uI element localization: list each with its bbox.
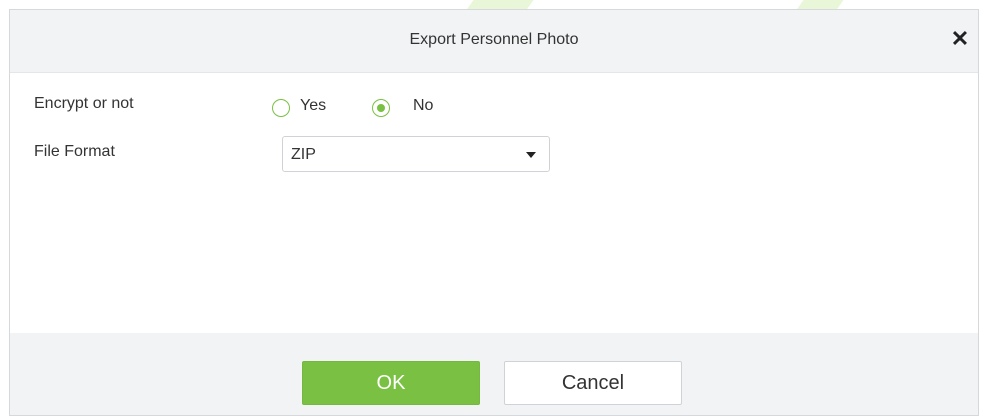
close-icon[interactable]: ✕ — [948, 27, 972, 51]
screen: Export Personnel Photo ✕ Encrypt or not … — [0, 0, 981, 418]
export-personnel-photo-dialog: Export Personnel Photo ✕ Encrypt or not … — [9, 9, 979, 416]
encrypt-no-radio[interactable] — [372, 99, 390, 117]
ok-button[interactable]: OK — [302, 361, 480, 405]
encrypt-label: Encrypt or not — [34, 95, 134, 112]
radio-selected-dot — [377, 104, 385, 112]
encrypt-yes-label[interactable]: Yes — [300, 97, 326, 115]
chevron-down-icon — [526, 152, 536, 158]
file-format-label: File Format — [34, 143, 115, 160]
dialog-body: Encrypt or not Yes No File Format — [10, 73, 978, 333]
file-format-value: ZIP — [291, 146, 316, 163]
dialog-title: Export Personnel Photo — [409, 31, 579, 48]
dialog-header: Export Personnel Photo ✕ — [10, 10, 978, 73]
encrypt-no-label[interactable]: No — [413, 97, 433, 115]
cancel-button[interactable]: Cancel — [504, 361, 682, 405]
encrypt-yes-radio[interactable] — [272, 99, 290, 117]
dialog-footer: OK Cancel — [10, 333, 978, 415]
file-format-select[interactable]: ZIP — [282, 136, 550, 172]
